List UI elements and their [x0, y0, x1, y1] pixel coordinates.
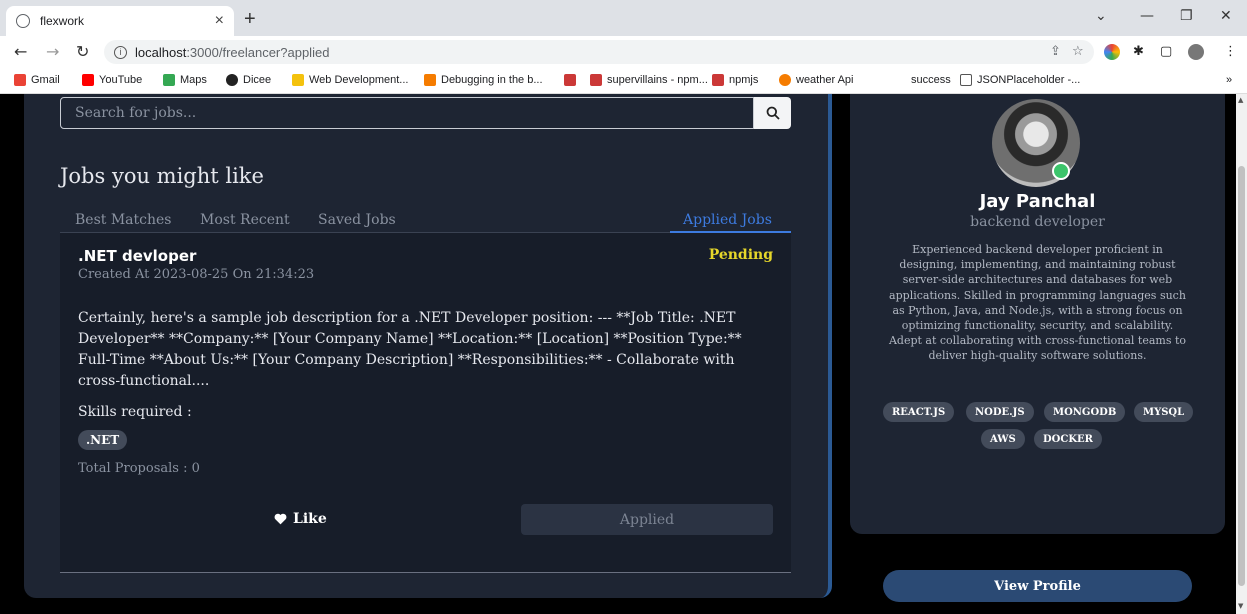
scroll-up-icon[interactable]: ▲	[1238, 96, 1243, 104]
sidepanel-icon[interactable]: ▢	[1160, 44, 1172, 59]
tab-title: flexwork	[40, 14, 85, 28]
skill-tag: DOCKER	[1034, 429, 1102, 449]
heart-icon	[274, 513, 287, 525]
npm-icon	[712, 74, 724, 86]
bookmark-web-development[interactable]: Web Development...	[292, 74, 408, 86]
job-title[interactable]: .NET devloper	[78, 247, 196, 265]
bookmarks-bar: Gmail YouTube Maps Dicee Web Development…	[0, 68, 1247, 94]
tab-close-icon[interactable]: ×	[215, 12, 224, 30]
page-viewport: Search for jobs... Jobs you might like B…	[0, 94, 1236, 614]
applied-button[interactable]: Applied	[521, 504, 773, 535]
new-tab-button[interactable]: +	[244, 8, 256, 31]
skill-chip: .NET	[78, 430, 128, 450]
info-icon[interactable]: i	[114, 45, 127, 59]
close-window-icon[interactable]: ✕	[1220, 8, 1232, 24]
like-label: Like	[293, 511, 327, 527]
profile-card: Jay Panchal backend developer Experience…	[850, 94, 1225, 534]
share-icon[interactable]: ⇪	[1050, 44, 1061, 59]
reload-icon[interactable]: ↻	[76, 42, 89, 61]
status-badge: Pending	[708, 247, 773, 263]
tab-most-recent[interactable]: Most Recent	[200, 212, 290, 228]
job-card[interactable]: .NET devloper Pending Created At 2023-08…	[60, 233, 791, 573]
total-proposals: Total Proposals : 0	[78, 461, 200, 476]
puzzle-icon[interactable]: ✱	[1133, 44, 1144, 59]
profile-name: Jay Panchal	[979, 191, 1096, 212]
forward-icon[interactable]: →	[46, 42, 59, 61]
tab-saved-jobs[interactable]: Saved Jobs	[318, 212, 396, 228]
bookmark-weather-api[interactable]: weather Api	[779, 74, 853, 86]
debug-icon	[424, 74, 436, 86]
bookmark-supervillains[interactable]: supervillains - npm...	[590, 74, 708, 86]
menu-icon[interactable]: ⋮	[1224, 44, 1237, 59]
maps-icon	[163, 74, 175, 86]
bookmark-debugging[interactable]: Debugging in the b...	[424, 74, 543, 86]
gmail-icon	[14, 74, 26, 86]
bookmark-npm-square[interactable]	[564, 74, 581, 86]
skill-tag: MYSQL	[1134, 402, 1194, 422]
avatar-icon[interactable]	[1188, 44, 1204, 60]
back-icon[interactable]: ←	[14, 42, 27, 61]
bookmarks-overflow-icon[interactable]: »	[1226, 74, 1232, 86]
skill-tag: AWS	[981, 429, 1025, 449]
url-path: :3000/freelancer?applied	[186, 44, 330, 60]
dicee-icon	[226, 74, 238, 86]
search-placeholder: Search for jobs...	[75, 105, 197, 121]
globe-icon	[16, 14, 30, 28]
jsonplaceholder-icon	[960, 74, 972, 86]
search-input[interactable]: Search for jobs...	[60, 97, 754, 129]
tab-best-matches[interactable]: Best Matches	[75, 212, 171, 228]
search-button[interactable]	[754, 97, 791, 129]
star-icon[interactable]: ☆	[1072, 44, 1084, 59]
npm-icon	[590, 74, 602, 86]
restore-icon[interactable]: ❐	[1180, 8, 1193, 24]
tab-applied-jobs[interactable]: Applied Jobs	[683, 212, 772, 228]
skill-tag: MONGODB	[1044, 402, 1126, 422]
bookmark-dicee[interactable]: Dicee	[226, 74, 271, 86]
jobs-panel: Search for jobs... Jobs you might like B…	[24, 94, 832, 598]
bookmark-youtube[interactable]: YouTube	[82, 74, 142, 86]
job-description: Certainly, here's a sample job descripti…	[78, 310, 742, 389]
page-scrollbar[interactable]: ▲ ▼	[1236, 94, 1247, 614]
profile-role: backend developer	[970, 214, 1105, 230]
extension-icon[interactable]	[1104, 44, 1120, 60]
tab-search-icon[interactable]: ⌄	[1095, 8, 1107, 24]
minimize-icon[interactable]: —	[1140, 8, 1154, 24]
job-created-date: Created At 2023-08-25 On 21:34:23	[78, 267, 315, 282]
profile-bio: Experienced backend developer proficient…	[888, 243, 1187, 363]
url-host: localhost	[135, 44, 187, 60]
web-dev-icon	[292, 74, 304, 86]
browser-tab[interactable]: flexwork ×	[6, 6, 234, 36]
search-icon	[766, 106, 780, 120]
browser-tab-bar: flexwork × + ⌄ — ❐ ✕	[0, 0, 1247, 36]
skill-tag: REACT.JS	[883, 402, 955, 422]
address-bar: ← → ↻ i localhost:3000/freelancer?applie…	[0, 36, 1247, 68]
bookmark-success[interactable]: success	[911, 74, 951, 86]
bookmark-gmail[interactable]: Gmail	[14, 74, 60, 86]
youtube-icon	[82, 74, 94, 86]
section-title: Jobs you might like	[60, 164, 264, 188]
online-status-icon	[1052, 162, 1070, 180]
job-tabs: Best Matches Most Recent Saved Jobs Appl…	[60, 202, 791, 233]
scrollbar-thumb[interactable]	[1238, 166, 1245, 586]
like-button[interactable]: Like	[274, 511, 327, 527]
bookmark-jsonplaceholder[interactable]: JSONPlaceholder -...	[960, 74, 1080, 86]
bookmark-npmjs[interactable]: npmjs	[712, 74, 758, 86]
weather-icon	[779, 74, 791, 86]
view-profile-button[interactable]: View Profile	[883, 570, 1192, 602]
skills-label: Skills required :	[78, 404, 192, 420]
scroll-down-icon[interactable]: ▼	[1238, 602, 1243, 610]
url-input[interactable]: i localhost:3000/freelancer?applied	[104, 40, 1094, 64]
npm-icon	[564, 74, 576, 86]
skill-tag: NODE.JS	[966, 402, 1034, 422]
bookmark-maps[interactable]: Maps	[163, 74, 207, 86]
